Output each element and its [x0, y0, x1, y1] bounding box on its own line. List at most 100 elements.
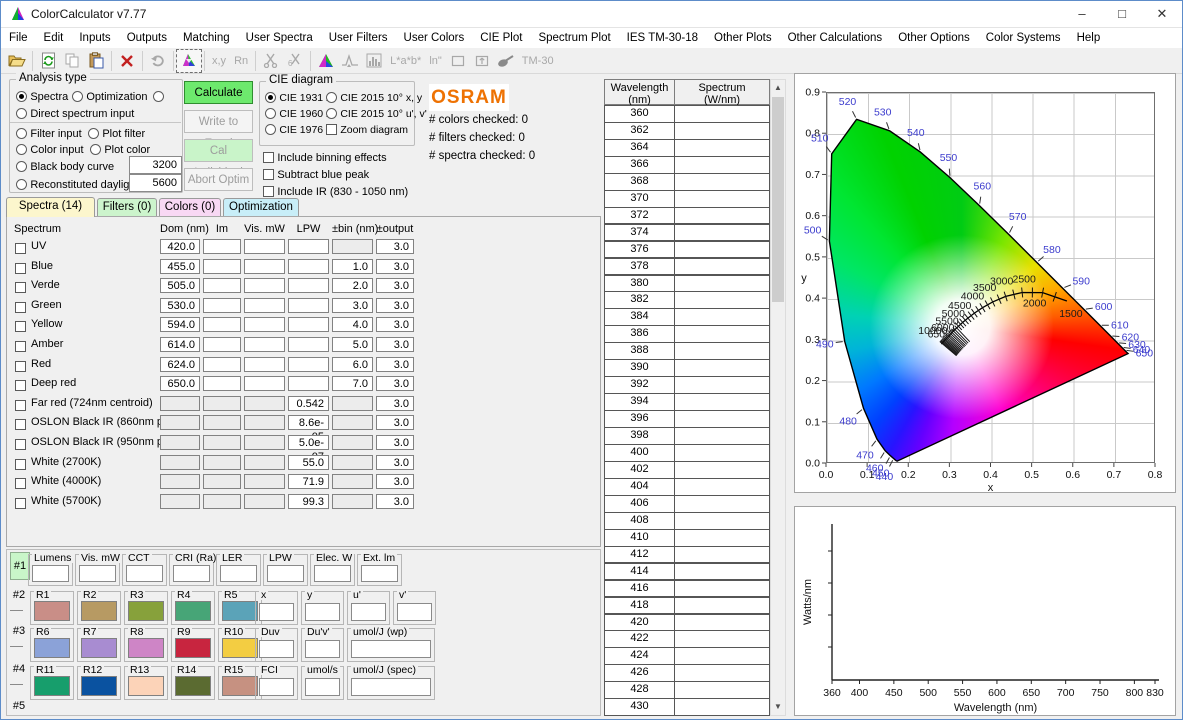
cell-out[interactable]: 3.0	[376, 357, 414, 372]
cell-im[interactable]	[203, 376, 241, 391]
menu-inputs[interactable]: Inputs	[71, 28, 118, 48]
cell-im[interactable]	[203, 239, 241, 254]
menu-color-systems[interactable]: Color Systems	[978, 28, 1069, 48]
cell-im[interactable]	[203, 455, 241, 470]
cell-dom[interactable]: 594.0	[160, 317, 200, 332]
cell-lpw[interactable]: 99.3	[288, 494, 329, 509]
refresh-spectra-icon[interactable]	[36, 50, 60, 72]
color-triangle-icon[interactable]	[314, 50, 338, 72]
spectrum-cell[interactable]	[674, 478, 770, 496]
spectrum-cell[interactable]	[674, 258, 770, 276]
menu-file[interactable]: File	[1, 28, 36, 48]
cell-bin[interactable]: 4.0	[332, 317, 373, 332]
delete-icon[interactable]	[115, 50, 139, 72]
row-checkbox[interactable]	[15, 476, 26, 490]
result-value-field[interactable]	[259, 678, 294, 696]
row-checkbox[interactable]	[15, 261, 26, 275]
radio-optimization-circle[interactable]	[72, 91, 83, 102]
menu-user-colors[interactable]: User Colors	[396, 28, 473, 48]
cell-im[interactable]	[203, 396, 241, 411]
row-checkbox[interactable]	[15, 241, 26, 255]
cell-im[interactable]	[203, 317, 241, 332]
maximize-button[interactable]: □	[1102, 1, 1142, 27]
menu-user-filters[interactable]: User Filters	[321, 28, 396, 48]
menu-edit[interactable]: Edit	[36, 28, 72, 48]
spectrum-cell[interactable]	[674, 325, 770, 343]
checkbox-include-ir[interactable]: Include IR (830 - 1050 nm)	[263, 184, 408, 198]
wavelength-scrollbar[interactable]: ▲ ▼	[770, 79, 786, 716]
cell-lpw[interactable]	[288, 357, 329, 372]
spectrum-cell[interactable]	[674, 410, 770, 428]
radio-plot-filter[interactable]: Plot filter	[88, 126, 145, 140]
cell-vis[interactable]	[244, 474, 285, 489]
daylight-input[interactable]: 5600	[129, 174, 182, 192]
scrollbar-thumb[interactable]	[772, 97, 784, 302]
cut-6-icon[interactable]: 6	[283, 50, 307, 72]
write-to-excel-button[interactable]: Write to Excel	[184, 110, 253, 133]
cell-vis[interactable]	[244, 298, 285, 313]
paste-icon[interactable]	[84, 50, 108, 72]
radio-black-body[interactable]: Black body curve	[16, 159, 114, 173]
cell-out[interactable]: 3.0	[376, 396, 414, 411]
cell-dom[interactable]	[160, 396, 200, 411]
menu-ies-tm-30-18[interactable]: IES TM-30-18	[619, 28, 706, 48]
tab-optimization[interactable]: Optimization	[223, 198, 299, 216]
radio-cie-2015-uv[interactable]: CIE 2015 10° u', v'	[326, 106, 427, 120]
spectrum-cell[interactable]	[674, 393, 770, 411]
scroll-down-icon[interactable]: ▼	[771, 699, 785, 715]
row-checkbox[interactable]	[15, 319, 26, 333]
result-value-field[interactable]	[267, 565, 304, 582]
cell-dom[interactable]	[160, 474, 200, 489]
result-value-field[interactable]	[173, 565, 210, 582]
cell-im[interactable]	[203, 298, 241, 313]
abort-optim-button[interactable]: Abort Optim	[184, 168, 253, 191]
row-checkbox[interactable]	[15, 496, 26, 510]
bar-chart-icon[interactable]	[362, 50, 386, 72]
spectrum-cell[interactable]	[674, 512, 770, 530]
tm30-icon[interactable]: TM-30	[518, 55, 558, 67]
spectrum-cell[interactable]	[674, 664, 770, 682]
spectrum-cell[interactable]	[674, 647, 770, 665]
spectrum-cell[interactable]	[674, 156, 770, 174]
radio-extra-circle[interactable]	[153, 91, 164, 102]
rn-icon[interactable]: Rn	[230, 55, 252, 67]
cell-bin[interactable]: 6.0	[332, 357, 373, 372]
radio-plot-color[interactable]: Plot color	[90, 142, 150, 156]
cell-dom[interactable]: 505.0	[160, 278, 200, 293]
export-icon[interactable]	[470, 50, 494, 72]
cell-vis[interactable]	[244, 455, 285, 470]
result-value-field[interactable]	[351, 678, 431, 696]
calculate-button[interactable]: Calculate	[184, 81, 253, 104]
cell-out[interactable]: 3.0	[376, 474, 414, 489]
cell-lpw[interactable]: 5.0e-07	[288, 435, 329, 450]
menu-other-options[interactable]: Other Options	[890, 28, 978, 48]
menu-matching[interactable]: Matching	[175, 28, 238, 48]
cell-out[interactable]: 3.0	[376, 317, 414, 332]
black-body-input[interactable]: 3200	[129, 156, 182, 174]
spectrum-cell[interactable]	[674, 207, 770, 225]
row-checkbox[interactable]	[15, 339, 26, 353]
cell-im[interactable]	[203, 278, 241, 293]
spectrum-cell[interactable]	[674, 563, 770, 581]
cell-vis[interactable]	[244, 435, 285, 450]
result-value-field[interactable]	[259, 603, 294, 621]
spectrum-cell[interactable]	[674, 173, 770, 191]
cell-vis[interactable]	[244, 239, 285, 254]
spectrum-cell[interactable]	[674, 495, 770, 513]
result-value-field[interactable]	[351, 603, 386, 621]
result-value-field[interactable]	[126, 565, 163, 582]
spectrum-cell[interactable]	[674, 614, 770, 632]
xy-icon[interactable]: x,y	[208, 55, 230, 67]
cell-im[interactable]	[203, 259, 241, 274]
cell-lpw[interactable]: 55.0	[288, 455, 329, 470]
cell-bin[interactable]	[332, 455, 373, 470]
cell-lpw[interactable]	[288, 337, 329, 352]
cell-bin[interactable]: 5.0	[332, 337, 373, 352]
cell-vis[interactable]	[244, 376, 285, 391]
cell-out[interactable]: 3.0	[376, 435, 414, 450]
spectrum-cell[interactable]	[674, 698, 770, 716]
row-checkbox[interactable]	[15, 378, 26, 392]
spectrum-cell[interactable]	[674, 308, 770, 326]
result-selector-1[interactable]: #1	[10, 552, 30, 580]
cell-bin[interactable]	[332, 474, 373, 489]
